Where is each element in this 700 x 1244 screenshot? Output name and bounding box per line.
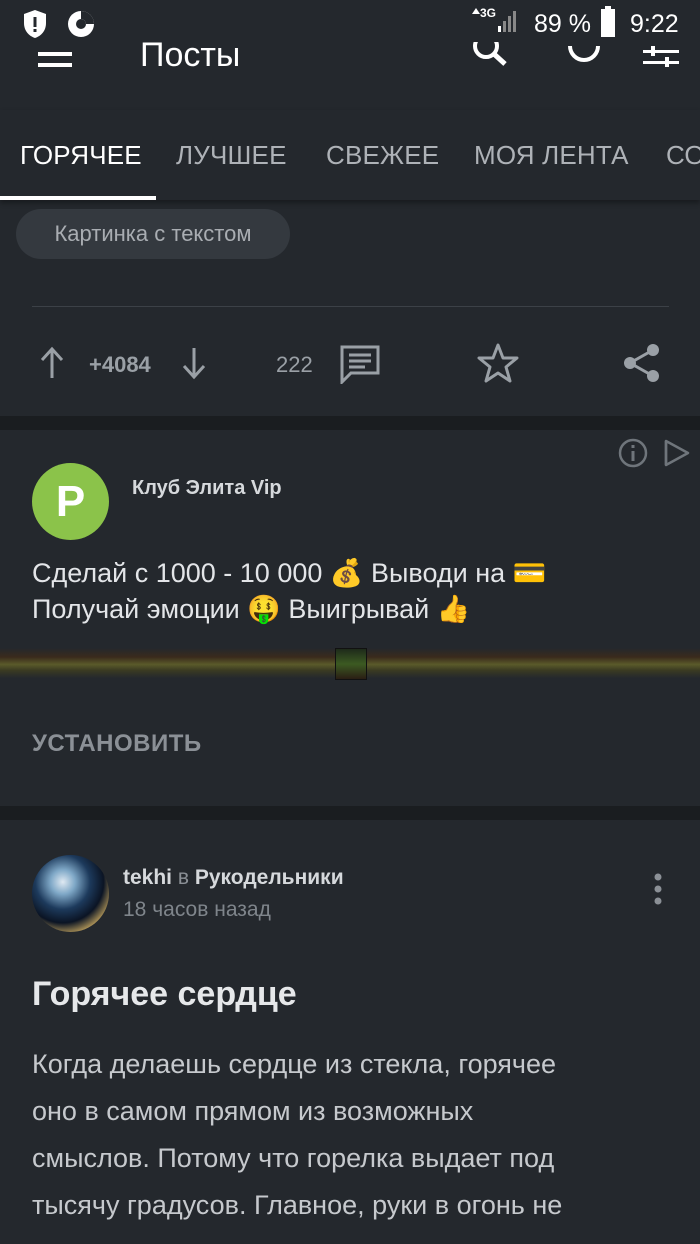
search-icon[interactable] xyxy=(470,42,510,70)
tab-my-feed[interactable]: МОЯ ЛЕНТА xyxy=(474,140,629,171)
share-icon[interactable] xyxy=(622,343,662,383)
install-button[interactable]: УСТАНОВИТЬ xyxy=(32,730,202,758)
rating-value: +4084 xyxy=(89,352,151,377)
card-separator xyxy=(0,416,700,430)
post-body-line: Когда делаешь сердце из стекла, горячее xyxy=(32,1049,557,1079)
post-body: Когда делаешь сердце из стекла, горячее … xyxy=(32,1041,682,1229)
filter-sliders-icon[interactable] xyxy=(643,46,679,70)
in-word: в xyxy=(177,866,190,889)
divider xyxy=(32,306,669,307)
post-body-line: тысячу градусов. Главное, руки в огонь н… xyxy=(32,1190,563,1220)
star-icon[interactable] xyxy=(477,343,519,383)
ad-text-line2: Получай эмоции 🤑 Выигрывай 👍 xyxy=(32,594,471,624)
post-author-line: tekhi в Рукодельники xyxy=(123,866,344,890)
ad-title[interactable]: Клуб Элита Vip xyxy=(132,477,282,500)
avatar-letter: P xyxy=(55,477,86,526)
info-icon[interactable] xyxy=(618,438,648,468)
tab-hot[interactable]: ГОРЯЧЕЕ xyxy=(20,140,142,171)
post-body-line: оно в самом прямом из возможных xyxy=(32,1096,474,1126)
refresh-icon[interactable] xyxy=(566,42,602,66)
more-vertical-icon[interactable] xyxy=(651,873,665,905)
shield-alert-icon xyxy=(22,9,48,39)
page-title: Посты xyxy=(140,36,241,74)
post-title[interactable]: Горячее сердце xyxy=(32,975,297,1014)
battery-percent: 89 % xyxy=(534,10,591,38)
upvote-arrow-icon[interactable] xyxy=(38,346,66,380)
post-body-line: смыслов. Потому что горелка выдает под xyxy=(32,1143,555,1173)
tab-communities[interactable]: СО xyxy=(666,140,700,171)
tab-best[interactable]: ЛУЧШЕЕ xyxy=(176,140,287,171)
ad-banner-thumbnail xyxy=(335,648,367,680)
downvote-arrow-icon[interactable] xyxy=(180,346,208,380)
comment-icon[interactable] xyxy=(339,344,381,384)
author-avatar[interactable] xyxy=(32,855,109,932)
avatar[interactable]: P xyxy=(32,463,109,540)
clock: 9:22 xyxy=(630,10,679,38)
signal-icon xyxy=(470,8,518,34)
post-tag[interactable]: Картинка с текстом xyxy=(16,209,290,259)
tab-fresh[interactable]: СВЕЖЕЕ xyxy=(326,140,439,171)
community-name[interactable]: Рукодельники xyxy=(195,866,344,889)
comments-count: 222 xyxy=(276,352,313,377)
tab-indicator xyxy=(0,196,156,200)
hamburger-menu-icon[interactable] xyxy=(38,48,72,70)
tab-bar: ГОРЯЧЕЕ ЛУЧШЕЕ СВЕЖЕЕ МОЯ ЛЕНТА СО xyxy=(0,110,700,200)
card-separator xyxy=(0,806,700,820)
post-time: 18 часов назад xyxy=(123,898,271,921)
status-bar: 3G 89 % 9:22 xyxy=(0,0,700,48)
app-notification-icon xyxy=(66,9,96,39)
battery-icon xyxy=(600,6,616,38)
ad-choices-icon[interactable] xyxy=(662,438,692,468)
author-name[interactable]: tekhi xyxy=(123,866,172,889)
ad-text-line1: Сделай с 1000 - 10 000 💰 Выводи на 💳 xyxy=(32,558,547,588)
